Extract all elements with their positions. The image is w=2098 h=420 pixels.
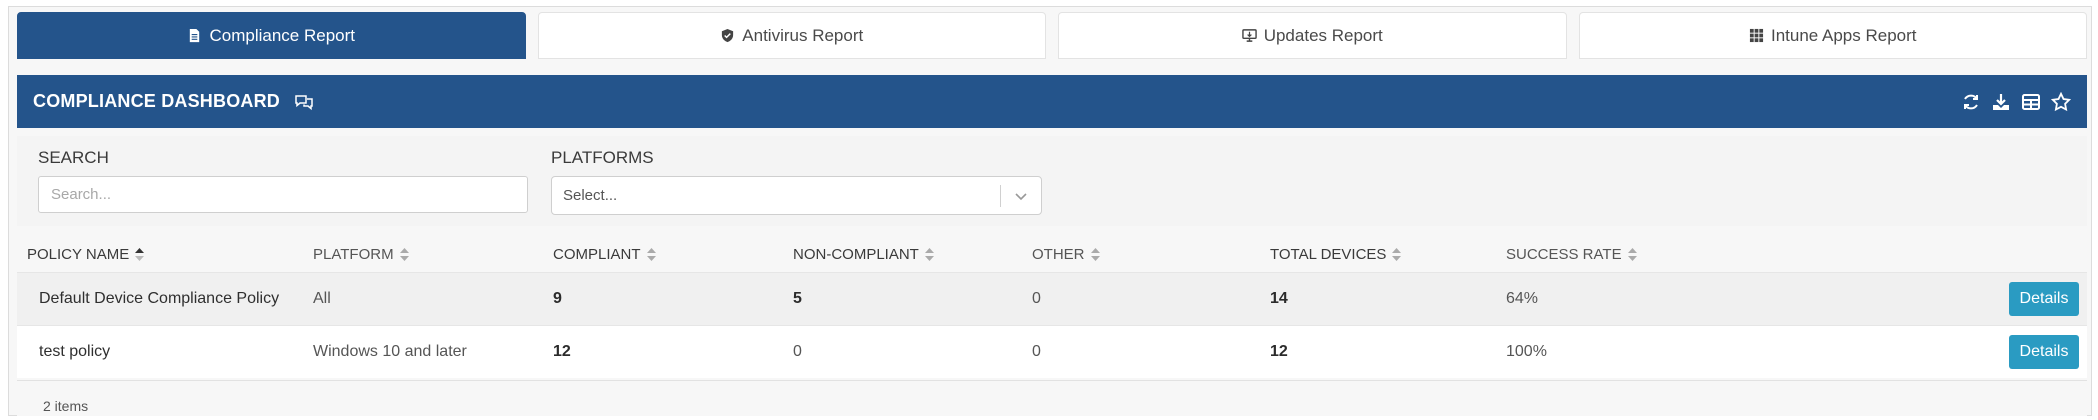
- search-label: SEARCH: [38, 148, 109, 167]
- column-header-compliant[interactable]: COMPLIANT: [553, 246, 793, 263]
- filters-panel: SEARCH PLATFORMS Select...: [17, 136, 2087, 226]
- tab-label: Compliance Report: [209, 25, 355, 45]
- cell-non-compliant: 0: [793, 343, 802, 360]
- cell-success-rate: 100%: [1506, 343, 1547, 360]
- tab-compliance-report[interactable]: Compliance Report: [17, 12, 526, 59]
- cell-total-devices: 12: [1270, 343, 1288, 360]
- table-row: Default Device Compliance Policy All 9 5…: [17, 272, 2087, 325]
- cell-compliant: 12: [553, 343, 571, 360]
- table-footer: 2 items: [17, 380, 2087, 416]
- dashboard-header: COMPLIANCE DASHBOARD: [17, 75, 2087, 128]
- download-icon[interactable]: [1991, 92, 2011, 112]
- search-input[interactable]: [38, 176, 528, 213]
- dashboard-title: COMPLIANCE DASHBOARD: [33, 91, 280, 111]
- tab-antivirus-report[interactable]: Antivirus Report: [537, 12, 1046, 59]
- column-label: SUCCESS RATE: [1506, 245, 1622, 263]
- cell-compliant: 9: [553, 290, 562, 307]
- cell-policy-name: Default Device Compliance Policy: [39, 290, 280, 307]
- column-label: OTHER: [1032, 245, 1085, 263]
- sort-icon: [399, 247, 409, 261]
- sort-icon: [646, 247, 656, 261]
- tab-label: Updates Report: [1263, 25, 1383, 45]
- cell-platform: All: [313, 290, 331, 307]
- column-label: NON-COMPLIANT: [793, 245, 919, 263]
- details-button[interactable]: Details: [2009, 335, 2079, 369]
- sort-icon: [1090, 247, 1100, 261]
- column-label: COMPLIANT: [553, 245, 641, 263]
- table-columns-icon[interactable]: [2021, 92, 2041, 112]
- column-header-total-devices[interactable]: TOTAL DEVICES: [1270, 246, 1506, 263]
- column-header-other[interactable]: OTHER: [1032, 246, 1270, 263]
- column-header-success-rate[interactable]: SUCCESS RATE: [1506, 246, 1806, 263]
- tab-label: Intune Apps Report: [1770, 25, 1917, 45]
- header-actions: [1961, 91, 2071, 112]
- table-row: test policy Windows 10 and later 12 0 0 …: [17, 325, 2087, 378]
- cell-non-compliant: 5: [793, 290, 802, 307]
- tab-label: Antivirus Report: [742, 25, 864, 45]
- cell-actions: Details: [1806, 282, 2087, 316]
- tab-updates-report[interactable]: Updates Report: [1058, 12, 1567, 59]
- refresh-icon[interactable]: [1961, 92, 1981, 112]
- item-count: 2 items: [43, 398, 89, 414]
- compliance-table: POLICY NAME PLATFORM COMPLIANT NON-COMPL…: [17, 236, 2087, 378]
- sort-icon: [1627, 247, 1637, 261]
- cell-policy-name: test policy: [39, 343, 111, 360]
- select-toggle[interactable]: [1001, 189, 1041, 203]
- sort-icon: [924, 247, 934, 261]
- cell-total-devices: 14: [1270, 290, 1288, 307]
- monitor-download-icon: [1241, 29, 1257, 42]
- chevron-down-icon: [1015, 192, 1027, 200]
- column-header-platform[interactable]: PLATFORM: [313, 246, 553, 263]
- grid-icon: [1749, 28, 1764, 43]
- cell-other: 0: [1032, 343, 1041, 360]
- cell-platform: Windows 10 and later: [313, 343, 467, 360]
- platforms-select-value: Select...: [563, 187, 618, 204]
- shield-check-icon: [722, 28, 734, 43]
- cell-actions: Details: [1806, 335, 2087, 369]
- column-label: PLATFORM: [313, 245, 394, 263]
- details-button[interactable]: Details: [2009, 282, 2079, 316]
- tab-intune-apps-report[interactable]: Intune Apps Report: [1578, 12, 2087, 59]
- file-text-icon: [190, 28, 200, 43]
- platforms-label: PLATFORMS: [551, 148, 654, 167]
- cell-other: 0: [1032, 290, 1041, 307]
- cell-success-rate: 64%: [1506, 290, 1539, 307]
- star-icon[interactable]: [2051, 91, 2071, 112]
- column-header-policy-name[interactable]: POLICY NAME: [17, 246, 313, 263]
- column-header-non-compliant[interactable]: NON-COMPLIANT: [793, 246, 1032, 263]
- platforms-select[interactable]: Select...: [551, 176, 1042, 215]
- sort-ascending-icon: [135, 247, 145, 261]
- table-header: POLICY NAME PLATFORM COMPLIANT NON-COMPL…: [17, 236, 2087, 272]
- report-tabs: Compliance Report Antivirus Report Updat…: [17, 12, 2087, 59]
- sort-icon: [1392, 247, 1402, 261]
- column-label: POLICY NAME: [27, 245, 130, 263]
- column-label: TOTAL DEVICES: [1270, 245, 1387, 263]
- chat-icon[interactable]: [294, 93, 314, 111]
